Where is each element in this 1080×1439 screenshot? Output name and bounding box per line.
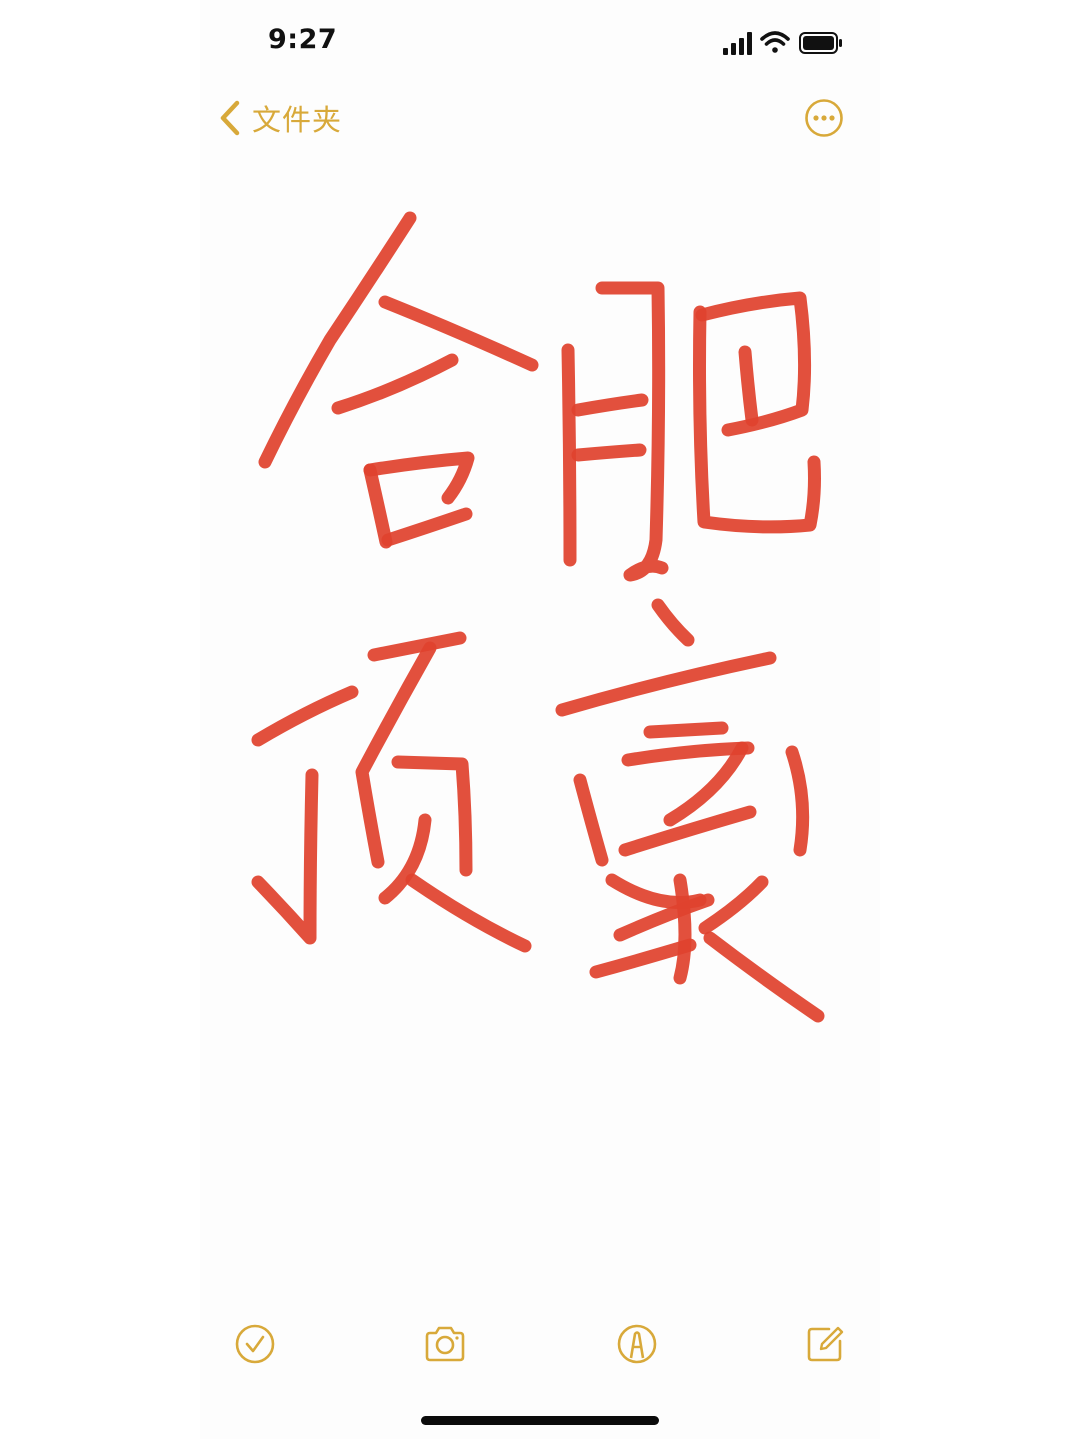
wifi-icon — [760, 31, 790, 53]
home-indicator[interactable] — [421, 1416, 659, 1425]
battery-icon — [799, 32, 842, 54]
ellipsis-circle-icon[interactable] — [804, 98, 844, 138]
chevron-left-icon — [220, 100, 240, 136]
compose-icon[interactable] — [803, 1322, 847, 1366]
checklist-icon[interactable] — [233, 1322, 277, 1366]
cellular-signal-icon — [723, 32, 752, 55]
markup-pen-icon[interactable] — [615, 1322, 659, 1366]
back-button[interactable]: 文件夹 — [218, 96, 342, 140]
camera-icon[interactable] — [423, 1322, 467, 1366]
status-icons — [723, 31, 842, 55]
back-button-label: 文件夹 — [252, 103, 343, 137]
notes-screen — [200, 0, 880, 1439]
status-time: 9:27 — [268, 24, 338, 55]
